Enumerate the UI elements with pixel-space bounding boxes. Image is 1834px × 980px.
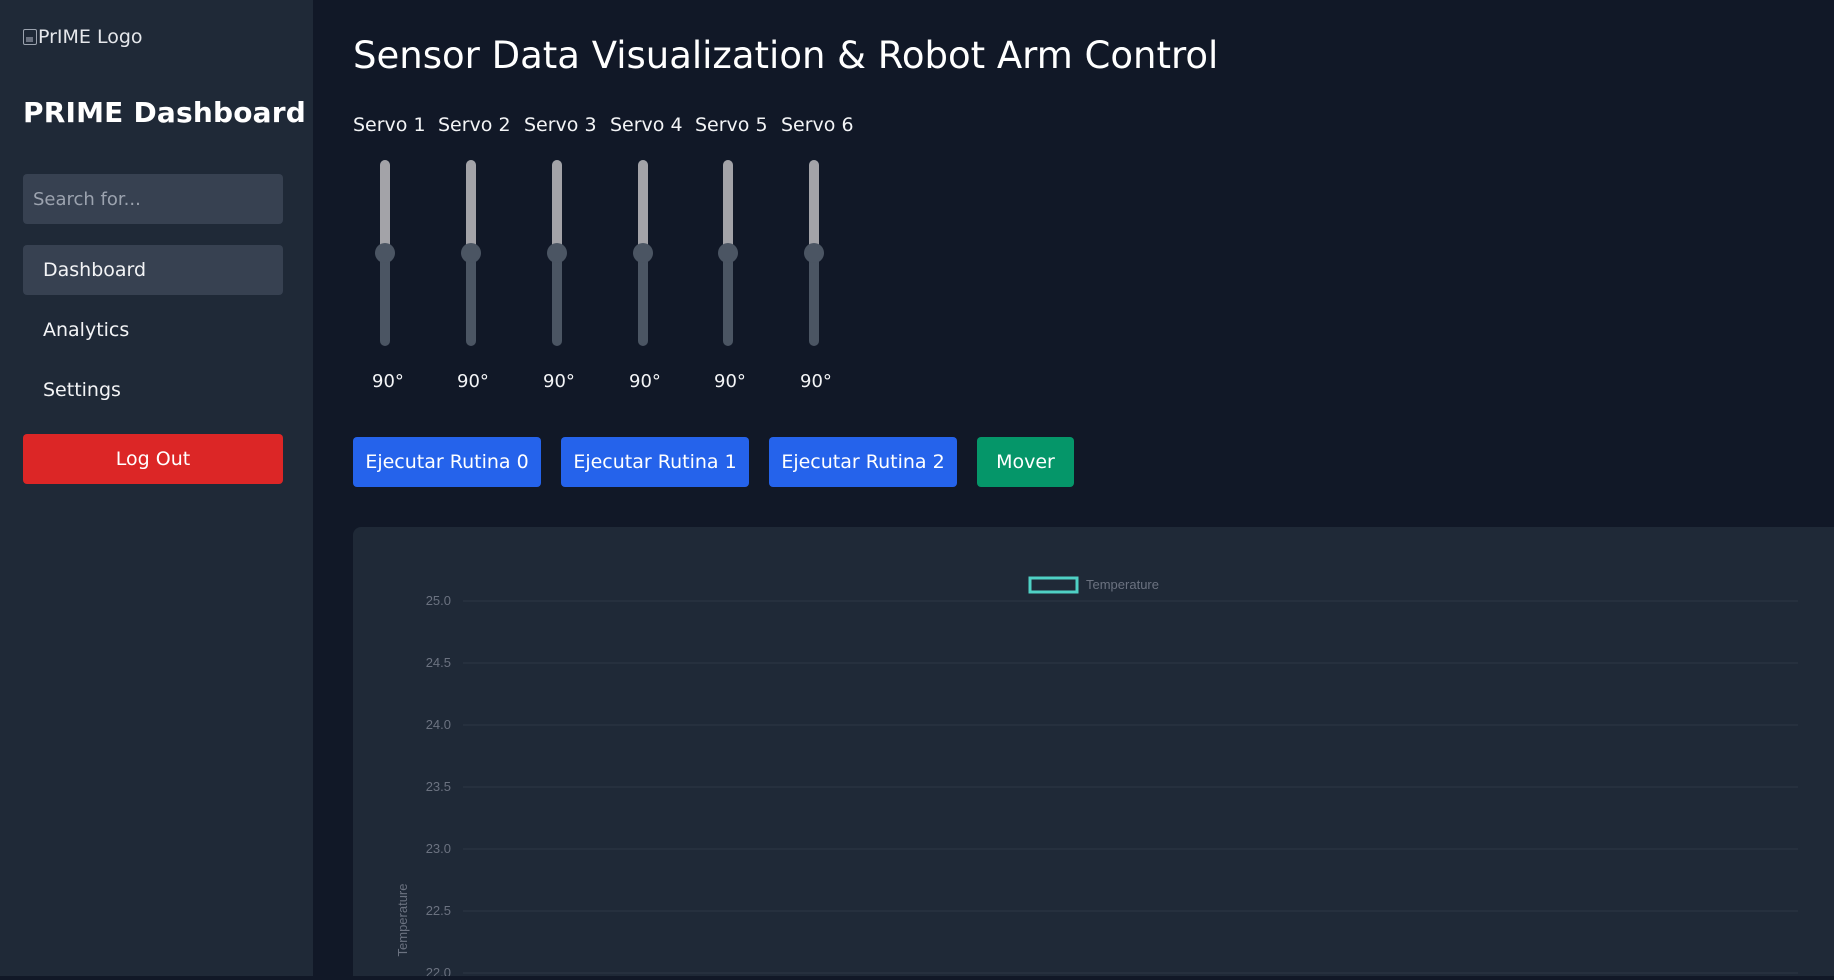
servo-6-slider[interactable] [804,160,824,346]
run-routine-1-button[interactable]: Ejecutar Rutina 1 [561,437,749,487]
servo-3-value: 90° [543,371,575,392]
sidebar-item-label: Analytics [43,319,130,341]
logo-alt-text: PrIME Logo [38,26,143,48]
temperature-chart-card: 25.0 24.5 24.0 23.5 23.0 22.5 22.0 Temperature T… [353,527,1834,976]
y-tick-label: 22.5 [426,903,451,918]
move-button[interactable]: Mover [977,437,1074,487]
sidebar-item-label: Dashboard [43,259,147,281]
sidebar-item-settings[interactable]: Settings [23,365,283,415]
y-axis-title: Temperature [395,884,410,957]
legend-swatch[interactable] [1028,576,1079,594]
slider-thumb[interactable] [718,243,738,263]
servo-5-label: Servo 5 [695,114,768,136]
run-routine-2-button[interactable]: Ejecutar Rutina 2 [769,437,957,487]
slider-track-upper [552,160,562,253]
servo-3-label: Servo 3 [524,114,597,136]
servo-2-value: 90° [457,371,489,392]
servo-6-value: 90° [800,371,832,392]
servo-3-slider[interactable] [547,160,567,346]
logo: PrIME Logo [23,26,143,48]
slider-thumb[interactable] [375,243,395,263]
app-root: PrIME Logo PRIME Dashboard Dashboard Ana… [0,0,1834,976]
servo-1-slider[interactable] [375,160,395,346]
run-routine-0-button[interactable]: Ejecutar Rutina 0 [353,437,541,487]
servo-2-slider[interactable] [461,160,481,346]
slider-track-upper [809,160,819,253]
slider-thumb[interactable] [804,243,824,263]
slider-track-upper [380,160,390,253]
y-tick-label: 23.0 [426,841,451,856]
sidebar-item-analytics[interactable]: Analytics [23,305,283,355]
servo-5-slider[interactable] [718,160,738,346]
legend-label[interactable]: Temperature [1086,577,1159,592]
search-input[interactable] [23,174,283,224]
sidebar-item-dashboard[interactable]: Dashboard [23,245,283,295]
temperature-chart: 25.0 24.5 24.0 23.5 23.0 22.5 22.0 Temperature T… [395,576,1798,976]
page-title: Sensor Data Visualization & Robot Arm Co… [353,34,1219,77]
servo-5-value: 90° [714,371,746,392]
servo-1-value: 90° [372,371,404,392]
slider-track-upper [638,160,648,253]
y-tick-label: 23.5 [426,779,451,794]
y-tick-label: 22.0 [426,965,451,976]
slider-thumb[interactable] [547,243,567,263]
broken-image-icon [23,29,37,45]
logout-button[interactable]: Log Out [23,434,283,484]
slider-track-upper [723,160,733,253]
brand-title: PRIME Dashboard [23,96,306,129]
servo-4-value: 90° [629,371,661,392]
sidebar: PrIME Logo PRIME Dashboard Dashboard Ana… [0,0,313,976]
servo-2-label: Servo 2 [438,114,511,136]
sidebar-item-label: Settings [43,379,121,401]
y-tick-label: 24.0 [426,717,451,732]
y-tick-label: 25.0 [426,593,451,608]
slider-thumb[interactable] [461,243,481,263]
servo-4-slider[interactable] [633,160,653,346]
slider-track-upper [466,160,476,253]
servo-1-label: Servo 1 [353,114,426,136]
y-tick-label: 24.5 [426,655,451,670]
servo-4-label: Servo 4 [610,114,683,136]
servo-6-label: Servo 6 [781,114,854,136]
slider-thumb[interactable] [633,243,653,263]
